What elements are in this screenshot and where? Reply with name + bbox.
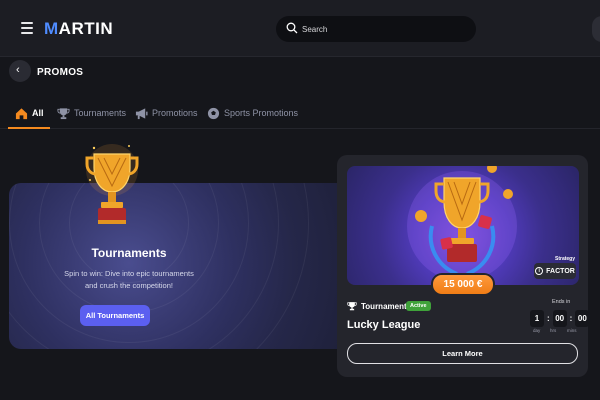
back-button[interactable]: ‹ <box>9 60 31 82</box>
timer-hours-label: hrs <box>550 328 557 333</box>
search-icon <box>286 22 298 34</box>
timer-days-label: day <box>533 328 541 333</box>
search-bar[interactable] <box>276 16 476 42</box>
home-icon <box>15 107 28 119</box>
tab-label: Sports Promotions <box>224 108 299 118</box>
provider-logo: i FACTOR <box>534 263 576 279</box>
countdown-timer: 1 : 00 : 00 <box>530 310 590 327</box>
active-tab-indicator <box>8 127 50 129</box>
prize-badge: 15 000 € <box>433 275 493 294</box>
top-header: MARTIN <box>0 0 600 57</box>
trophy-icon <box>347 302 357 311</box>
tabs-divider <box>0 128 600 129</box>
logo-text: ARTIN <box>58 19 114 38</box>
tab-tournaments[interactable]: Tournaments <box>57 98 126 128</box>
info-icon: i <box>535 267 544 275</box>
page-title: PROMOS <box>37 67 84 78</box>
tab-label: Tournaments <box>74 108 127 118</box>
search-input[interactable] <box>302 21 462 37</box>
trophy-illustration <box>85 144 139 224</box>
status-badge: Active <box>406 301 431 311</box>
banner-description-line: Spin to win: Dive into epic tournaments <box>64 269 194 278</box>
tournament-name: Lucky League <box>347 319 421 331</box>
timer-separator: : <box>547 314 550 323</box>
tab-promotions[interactable]: Promotions <box>135 98 198 128</box>
provider-name: FACTOR <box>546 267 575 275</box>
tab-label: Promotions <box>152 108 198 118</box>
all-tournaments-button[interactable]: All Tournaments <box>80 305 150 326</box>
timer-days: 1 <box>530 310 544 327</box>
timer-minutes-label: mins <box>567 328 577 333</box>
chevron-left-icon: ‹ <box>16 64 20 76</box>
logo[interactable]: MARTIN <box>44 19 113 39</box>
logo-letter: M <box>44 19 59 38</box>
timer-hours: 00 <box>552 310 567 327</box>
hamburger-menu-icon[interactable] <box>21 22 33 34</box>
tournaments-banner <box>9 183 349 349</box>
trophy-icon <box>57 107 70 119</box>
banner-title: Tournaments <box>91 246 167 260</box>
tab-label: All <box>32 108 44 118</box>
tab-all[interactable]: All <box>15 98 44 128</box>
tournament-type-label: Tournament <box>361 301 407 311</box>
tournament-type: Tournament <box>347 301 407 311</box>
provider-tag: Strategy <box>555 256 576 262</box>
megaphone-icon <box>135 107 148 119</box>
soccer-ball-icon <box>207 107 220 119</box>
tab-sports-promotions[interactable]: Sports Promotions <box>207 98 298 128</box>
banner-description: Spin to win: Dive into epic tournaments … <box>9 268 249 292</box>
ends-in-label: Ends in <box>552 299 571 305</box>
banner-ring <box>9 183 309 349</box>
banner-description-line: and crush the competition! <box>85 281 173 290</box>
timer-separator: : <box>569 314 573 323</box>
header-edge-button[interactable] <box>592 16 600 42</box>
timer-minutes: 00 <box>575 310 590 327</box>
learn-more-button[interactable]: Learn More <box>347 343 578 364</box>
